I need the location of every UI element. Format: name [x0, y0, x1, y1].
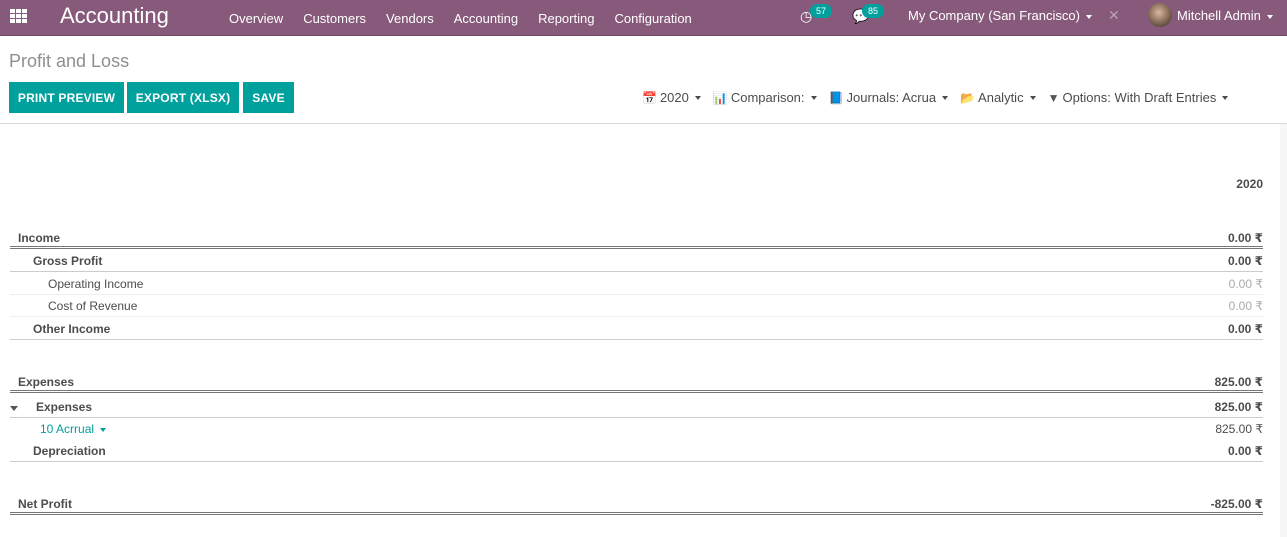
filter-icon: ▼ — [1047, 90, 1060, 105]
user-name: Mitchell Admin — [1177, 8, 1261, 23]
apps-menu-icon[interactable] — [10, 9, 27, 23]
caret-down-icon — [694, 95, 701, 100]
options-filter[interactable]: ▼ Options: With Draft Entries — [1048, 90, 1229, 105]
caret-down-icon — [1085, 14, 1092, 19]
bar-chart-icon: 📊 — [712, 90, 728, 105]
folder-open-icon: 📂 — [960, 90, 976, 105]
report-row-income[interactable]: Income 0.00 ₹ — [10, 227, 1263, 249]
user-menu[interactable]: Mitchell Admin — [1177, 8, 1273, 23]
caret-down-icon — [1029, 95, 1036, 100]
caret-down-icon — [1266, 14, 1273, 19]
options-filter-label: Options: With Draft Entries — [1062, 90, 1217, 105]
print-preview-button[interactable]: PRINT PREVIEW — [9, 82, 124, 113]
messages-button[interactable]: 💬 85 — [852, 4, 885, 26]
column-header-2020: 2020 — [1236, 177, 1263, 191]
caret-down-icon — [942, 95, 949, 100]
report-row-net-profit[interactable]: Net Profit -825.00 ₹ — [10, 493, 1263, 515]
report-row-expenses-total[interactable]: Expenses 825.00 ₹ — [10, 371, 1263, 393]
analytic-filter[interactable]: 📂 Analytic — [960, 90, 1036, 105]
scrollbar-track[interactable] — [1280, 124, 1287, 537]
control-panel-divider — [0, 123, 1287, 124]
row-value: 825.00 ₹ — [1215, 422, 1263, 436]
journals-filter-label: Journals: Acrua — [846, 90, 937, 105]
report-row-other-income[interactable]: Other Income 0.00 ₹ — [10, 318, 1263, 340]
row-label: Net Profit — [18, 497, 72, 511]
message-count-badge: 85 — [862, 4, 885, 18]
caret-down-icon — [100, 427, 107, 432]
row-label: Expenses — [18, 375, 75, 389]
menu-accounting[interactable]: Accounting — [454, 11, 518, 26]
tools-icon[interactable]: ✕ — [1108, 7, 1120, 24]
report-row-gross-profit[interactable]: Gross Profit 0.00 ₹ — [10, 250, 1263, 272]
row-label: Income — [18, 231, 61, 245]
row-label: Operating Income — [48, 277, 144, 291]
row-label: Gross Profit — [33, 254, 103, 268]
activity-button[interactable]: ◷ 57 — [800, 4, 833, 26]
date-filter[interactable]: 📅 2020 — [642, 90, 701, 105]
export-xlsx-button[interactable]: EXPORT (XLSX) — [127, 82, 239, 113]
report-row-depreciation[interactable]: Depreciation 0.00 ₹ — [10, 440, 1263, 462]
app-title: Accounting — [60, 3, 169, 28]
caret-down-icon[interactable] — [10, 406, 18, 411]
row-value: 0.00 ₹ — [1228, 277, 1263, 291]
row-label: Cost of Revenue — [48, 299, 138, 313]
account-link[interactable]: 10 Acrrual — [40, 422, 107, 436]
menu-customers[interactable]: Customers — [303, 11, 366, 26]
row-value: 0.00 ₹ — [1227, 254, 1263, 268]
report-row-expenses[interactable]: Expenses 825.00 ₹ — [10, 396, 1263, 418]
row-value: 825.00 ₹ — [1214, 400, 1263, 414]
report-row-10-acrrual[interactable]: 10 Acrrual 825.00 ₹ — [10, 418, 1263, 440]
row-value: 0.00 ₹ — [1227, 322, 1263, 336]
row-label: Expenses — [36, 400, 93, 414]
main-menu: Overview Customers Vendors Accounting Re… — [229, 0, 712, 36]
avatar[interactable] — [1148, 3, 1172, 27]
menu-overview[interactable]: Overview — [229, 11, 283, 26]
menu-vendors[interactable]: Vendors — [386, 11, 434, 26]
calendar-icon: 📅 — [642, 90, 657, 105]
book-icon: 📘 — [828, 90, 844, 105]
row-label: Depreciation — [33, 444, 106, 458]
row-value: 0.00 ₹ — [1227, 444, 1263, 458]
row-label: Other Income — [33, 322, 111, 336]
menu-reporting[interactable]: Reporting — [538, 11, 594, 26]
row-value: 0.00 ₹ — [1228, 299, 1263, 313]
comparison-filter[interactable]: 📊 Comparison: — [713, 90, 817, 105]
analytic-filter-label: Analytic — [978, 90, 1024, 105]
journals-filter[interactable]: 📘 Journals: Acrua — [829, 90, 949, 105]
row-label: 10 Acrrual — [40, 422, 95, 436]
comparison-filter-label: Comparison: — [730, 90, 805, 105]
row-value: 825.00 ₹ — [1214, 375, 1263, 389]
caret-down-icon — [810, 95, 817, 100]
report-filters: 📅 2020 📊 Comparison: 📘 Journals: Acrua 📂… — [642, 90, 1240, 105]
report-row-operating-income[interactable]: Operating Income 0.00 ₹ — [10, 273, 1263, 295]
activity-count-badge: 57 — [810, 4, 833, 18]
page-title: Profit and Loss — [9, 51, 130, 71]
report-row-cost-of-revenue[interactable]: Cost of Revenue 0.00 ₹ — [10, 295, 1263, 317]
menu-configuration[interactable]: Configuration — [614, 11, 691, 26]
date-filter-label: 2020 — [659, 90, 689, 105]
row-value: 0.00 ₹ — [1227, 231, 1263, 245]
company-name: My Company (San Francisco) — [908, 8, 1080, 23]
caret-down-icon — [1222, 95, 1229, 100]
company-switcher[interactable]: My Company (San Francisco) — [908, 8, 1092, 23]
row-value: -825.00 ₹ — [1210, 497, 1263, 511]
save-button[interactable]: SAVE — [243, 82, 294, 113]
top-navbar: Accounting Overview Customers Vendors Ac… — [0, 0, 1287, 36]
